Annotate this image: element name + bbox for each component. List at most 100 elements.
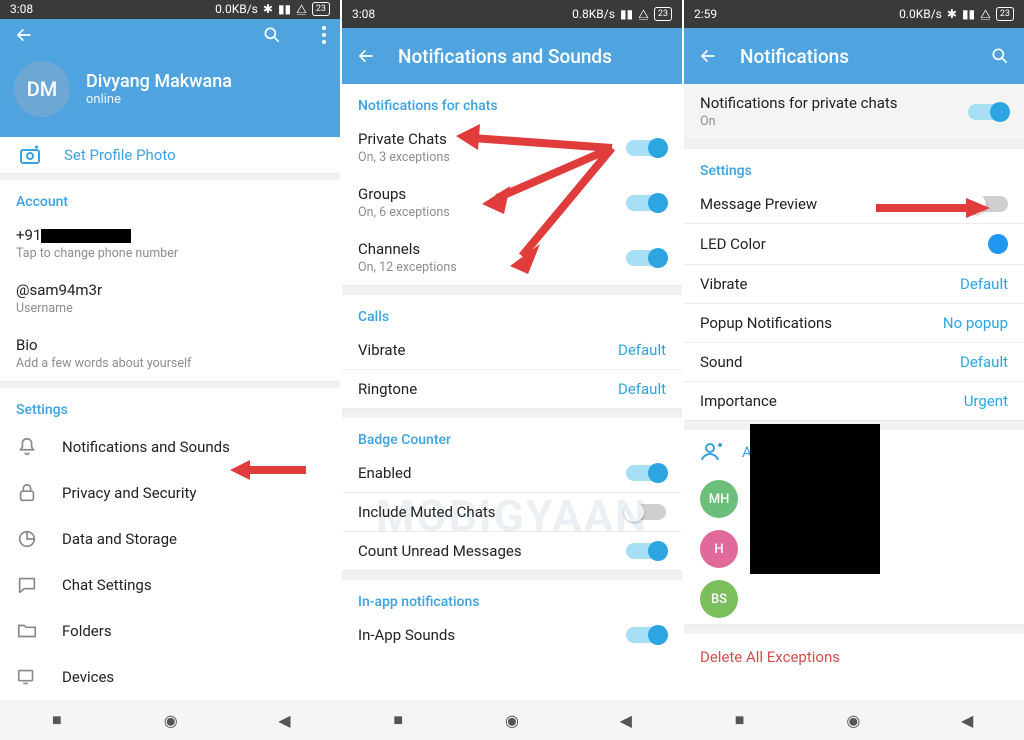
phone-row[interactable]: +91 Tap to change phone number xyxy=(0,216,340,271)
page-title: Notifications and Sounds xyxy=(398,45,612,68)
settings-item-label: Data and Storage xyxy=(62,530,177,548)
channels-label: Channels xyxy=(358,240,602,258)
nav-home-button[interactable]: ◉ xyxy=(114,700,228,740)
system-nav-bar: ■ ◉ ◀ ■ ◉ ◀ ■ ◉ ◀ xyxy=(0,700,1024,740)
back-icon[interactable] xyxy=(14,25,34,45)
section-settings-header: Settings xyxy=(0,388,340,424)
exception-row[interactable]: MH xyxy=(684,474,1024,524)
profile-name: Divyang Makwana xyxy=(86,71,232,92)
private-chats-row[interactable]: Private ChatsOn, 3 exceptions xyxy=(342,120,682,175)
status-time: 3:08 xyxy=(352,7,375,21)
message-preview-row[interactable]: Message Preview xyxy=(684,185,1024,223)
settings-item-label: Chat Settings xyxy=(62,576,152,594)
private-chats-toggle[interactable] xyxy=(626,140,666,156)
settings-folders-row[interactable]: Folders xyxy=(0,608,340,654)
settings-privacy-row[interactable]: Privacy and Security xyxy=(0,470,340,516)
wifi-icon: ⧋ xyxy=(296,2,307,17)
divider xyxy=(342,570,682,580)
back-icon[interactable] xyxy=(356,46,376,66)
badge-muted-toggle[interactable] xyxy=(626,504,666,520)
top-row-toggle[interactable] xyxy=(968,104,1008,120)
nav-back-button[interactable]: ◀ xyxy=(910,700,1024,740)
signal-icon: ▮▮ xyxy=(962,7,975,21)
nav-back-button[interactable]: ◀ xyxy=(569,700,683,740)
settings-item-label: Devices xyxy=(62,668,114,686)
battery-icon: 23 xyxy=(654,7,672,21)
top-notifications-row[interactable]: Notifications for private chatsOn xyxy=(684,84,1024,139)
app-bar xyxy=(0,19,340,51)
wifi-icon: ⧋ xyxy=(980,7,991,22)
devices-icon xyxy=(16,666,38,688)
channels-toggle[interactable] xyxy=(626,250,666,266)
badge-enabled-row[interactable]: Enabled xyxy=(342,454,682,492)
badge-enabled-toggle[interactable] xyxy=(626,465,666,481)
avatar[interactable]: DM xyxy=(14,61,70,117)
back-icon[interactable] xyxy=(698,46,718,66)
settings-devices-row[interactable]: Devices xyxy=(0,654,340,700)
section-chats-header: Notifications for chats xyxy=(342,84,682,120)
badge-unread-toggle[interactable] xyxy=(626,543,666,559)
username-row[interactable]: @sam94m3r Username xyxy=(0,271,340,326)
popup-label: Popup Notifications xyxy=(700,314,919,332)
badge-unread-label: Count Unread Messages xyxy=(358,542,602,560)
battery-icon: 23 xyxy=(312,2,330,16)
sound-row[interactable]: Sound Default xyxy=(684,342,1024,381)
nav-home-button[interactable]: ◉ xyxy=(455,700,569,740)
settings-data-row[interactable]: Data and Storage xyxy=(0,516,340,562)
popup-row[interactable]: Popup Notifications No popup xyxy=(684,303,1024,342)
inapp-sounds-row[interactable]: In-App Sounds xyxy=(342,616,682,654)
nav-recent-button[interactable]: ■ xyxy=(683,700,797,740)
led-color-swatch xyxy=(988,234,1008,254)
settings-notifications-row[interactable]: Notifications and Sounds xyxy=(0,424,340,470)
search-icon[interactable] xyxy=(990,46,1010,66)
channels-row[interactable]: Channels On, 12 exceptions xyxy=(342,230,682,285)
avatar: H xyxy=(700,530,738,568)
profile-status: online xyxy=(86,92,232,107)
nav-recent-button[interactable]: ■ xyxy=(341,700,455,740)
badge-unread-row[interactable]: Count Unread Messages xyxy=(342,531,682,570)
nav-home-button[interactable]: ◉ xyxy=(796,700,910,740)
groups-toggle[interactable] xyxy=(626,195,666,211)
importance-row[interactable]: Importance Urgent xyxy=(684,381,1024,420)
screen-notifications-private: 2:59 0.0KB/s ✱ ▮▮ ⧋ 23 Notifications Not… xyxy=(684,0,1024,700)
led-color-row[interactable]: LED Color xyxy=(684,223,1024,264)
calls-vibrate-row[interactable]: Vibrate Default xyxy=(342,331,682,369)
add-user-icon xyxy=(700,440,724,464)
bio-sub: Add a few words about yourself xyxy=(16,356,324,371)
groups-row[interactable]: Groups On, 6 exceptions xyxy=(342,175,682,230)
settings-chat-row[interactable]: Chat Settings xyxy=(0,562,340,608)
top-row-label: Notifications for private chats xyxy=(700,94,944,112)
delete-exceptions-row[interactable]: Delete All Exceptions xyxy=(684,634,1024,680)
set-profile-photo-label: Set Profile Photo xyxy=(64,146,176,164)
nav-recent-button[interactable]: ■ xyxy=(0,700,114,740)
profile-header: DM Divyang Makwana online xyxy=(0,51,340,137)
badge-muted-row[interactable]: Include Muted Chats xyxy=(342,492,682,531)
calls-ringtone-row[interactable]: Ringtone Default xyxy=(342,369,682,408)
bio-row[interactable]: Bio Add a few words about yourself xyxy=(0,326,340,381)
more-icon[interactable] xyxy=(322,26,326,44)
calls-ringtone-label: Ringtone xyxy=(358,380,594,398)
inapp-sounds-label: In-App Sounds xyxy=(358,626,602,644)
bluetooth-icon: ✱ xyxy=(263,2,273,16)
groups-sub: On, 6 exceptions xyxy=(358,205,602,220)
folder-icon xyxy=(16,620,38,642)
signal-icon: ▮▮ xyxy=(278,2,291,16)
channels-sub: On, 12 exceptions xyxy=(358,260,602,275)
message-preview-toggle[interactable] xyxy=(968,196,1008,212)
exception-row[interactable]: BS xyxy=(684,574,1024,624)
popup-value: No popup xyxy=(943,314,1008,332)
set-profile-photo-row[interactable]: Set Profile Photo xyxy=(0,137,340,173)
divider xyxy=(0,381,340,388)
vibrate-label: Vibrate xyxy=(700,275,936,293)
page-title: Notifications xyxy=(740,45,849,68)
private-chats-label: Private Chats xyxy=(358,130,602,148)
inapp-sounds-toggle[interactable] xyxy=(626,627,666,643)
search-icon[interactable] xyxy=(262,25,282,45)
importance-label: Importance xyxy=(700,392,940,410)
divider xyxy=(342,408,682,418)
vibrate-row[interactable]: Vibrate Default xyxy=(684,264,1024,303)
vibrate-value: Default xyxy=(960,275,1008,293)
app-bar: Notifications and Sounds xyxy=(342,28,682,84)
groups-label: Groups xyxy=(358,185,602,203)
nav-back-button[interactable]: ◀ xyxy=(228,700,342,740)
